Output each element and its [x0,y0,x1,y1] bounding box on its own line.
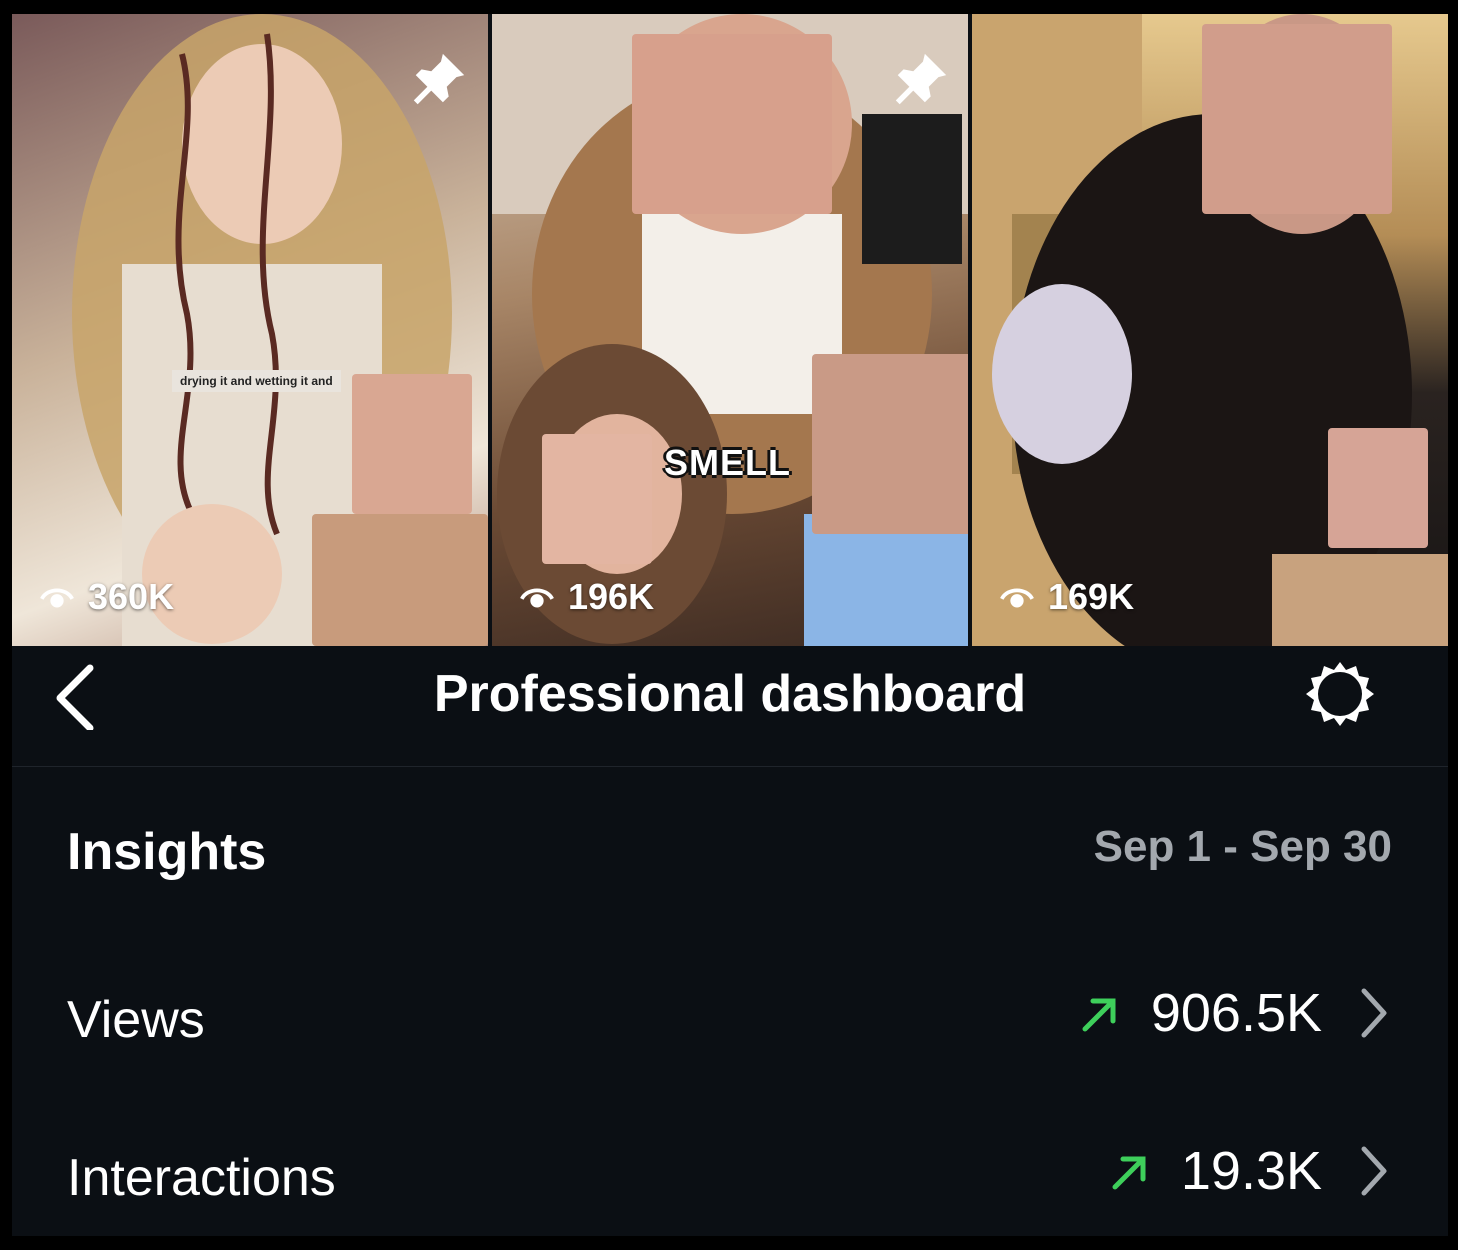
video-thumbnail-1[interactable]: drying it and wetting it and 360K [12,14,488,646]
blurred-face [1328,428,1428,548]
blurred-face [812,354,968,534]
view-count: 196K [518,576,654,618]
blurred-face [542,434,652,564]
settings-button[interactable] [1302,656,1378,732]
metric-label: Views [67,991,205,1049]
video-grid: drying it and wetting it and 360K SMELL … [12,14,1448,646]
insights-heading: Insights [67,823,267,881]
video-caption: SMELL [664,442,791,483]
view-count: 169K [998,576,1134,618]
video-caption: drying it and wetting it and [172,370,341,392]
dashboard-header: Professional dashboard [12,646,1448,767]
arrow-up-right-icon [1082,998,1116,1032]
metric-value: 19.3K [1180,1141,1322,1201]
chevron-right-icon [1361,988,1387,1038]
arrow-up-right-icon [1112,1156,1146,1190]
inset-person [312,514,488,646]
gear-icon [1306,662,1374,726]
pin-icon [413,53,465,105]
view-count: 360K [38,576,174,618]
blurred-face [1202,24,1392,214]
blurred-face [632,34,832,214]
metric-values: 19.3K [1107,1140,1388,1202]
date-range[interactable]: Sep 1 - Sep 30 [1094,822,1392,872]
eye-icon [520,588,554,608]
blurred-face [352,374,472,514]
metric-label: Interactions [67,1149,336,1207]
view-count-value: 196K [568,576,655,617]
metric-value: 906.5K [1150,983,1322,1043]
app-frame: drying it and wetting it and 360K SMELL … [12,14,1448,1236]
view-count-value: 169K [1048,576,1135,617]
eye-icon [1000,588,1034,608]
pin-icon [895,53,947,105]
page-title: Professional dashboard [433,665,1027,723]
metric-values: 906.5K [1077,982,1388,1044]
view-count-value: 360K [88,576,175,617]
metric-row-views[interactable]: Views 906.5K [12,972,1448,1072]
video-thumbnail-3[interactable]: 169K [972,14,1448,646]
metric-row-interactions[interactable]: Interactions 19.3K [12,1130,1448,1230]
video-thumbnail-2[interactable]: SMELL 196K [492,14,968,646]
chevron-right-icon [1361,1146,1387,1196]
eye-icon [40,588,74,608]
